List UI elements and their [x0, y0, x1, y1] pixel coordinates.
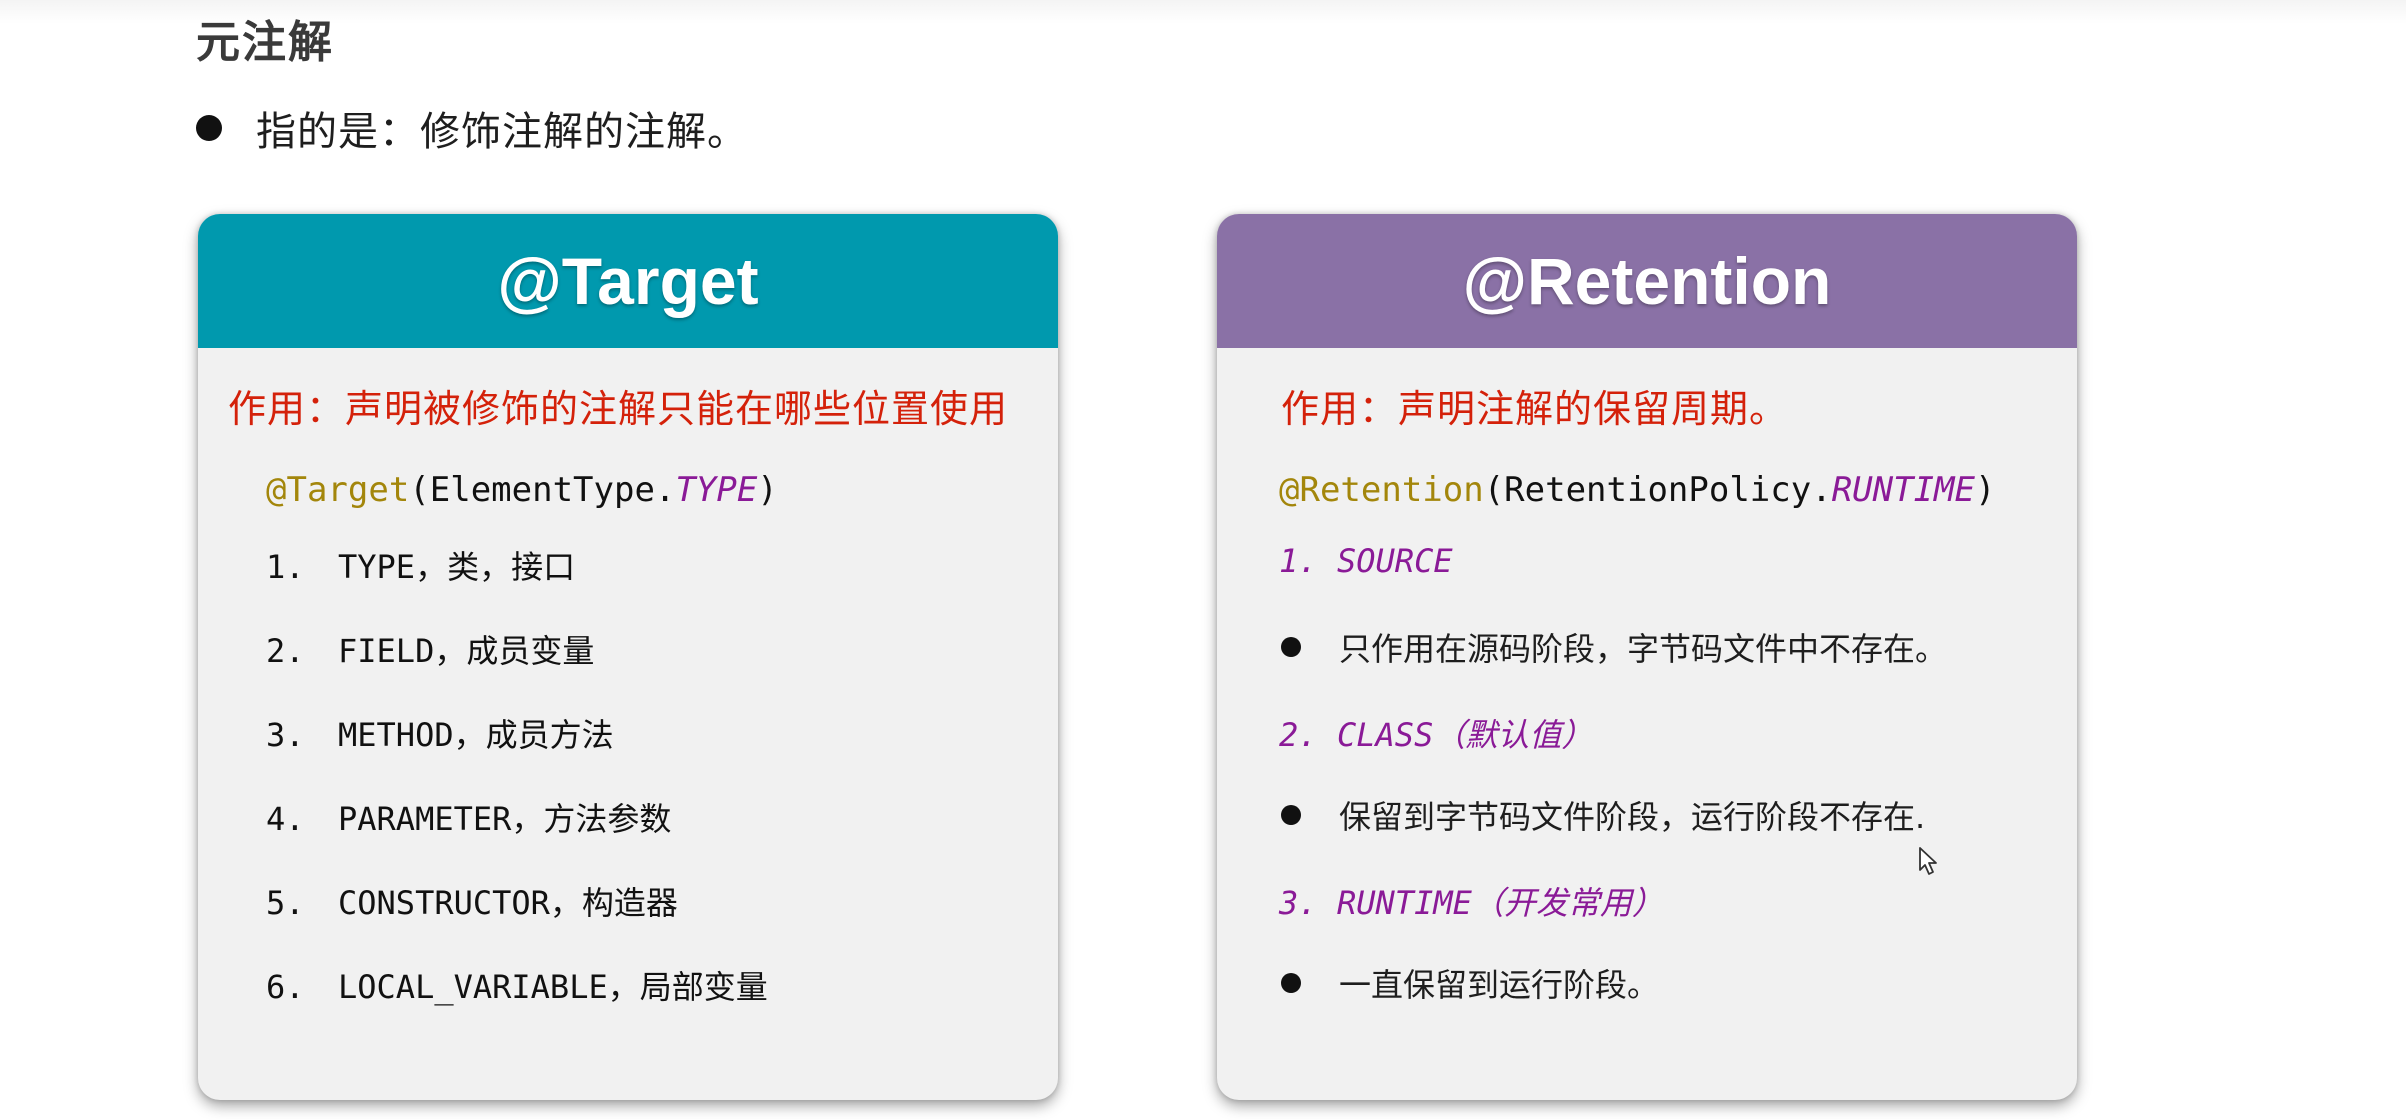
policy-description-text: 一直保留到运行阶段。	[1339, 966, 1660, 1004]
page-title: 元注解	[196, 17, 334, 68]
list-item-number: 6.	[266, 968, 305, 1006]
bullet-dot-icon	[1281, 973, 1301, 993]
intro-text: 指的是：修饰注解的注解。	[256, 109, 748, 155]
retention-code-close: )	[1975, 470, 1996, 510]
retention-policy-description: 只作用在源码阶段，字节码文件中不存在。	[1281, 624, 1947, 670]
list-item-number: 4.	[266, 800, 305, 838]
retention-code-annotation: @Retention	[1279, 470, 1484, 510]
target-list-item: 1. TYPE，类，接口	[266, 542, 575, 588]
target-purpose: 作用：声明被修饰的注解只能在哪些位置使用	[228, 387, 1009, 431]
target-code-constant: TYPE	[675, 470, 758, 510]
policy-description-text: 只作用在源码阶段，字节码文件中不存在。	[1339, 630, 1948, 668]
retention-policy-heading: 3. RUNTIME（开发常用）	[1279, 878, 1664, 924]
slide: 元注解 指的是：修饰注解的注解。 @Target 作用：声明被修饰的注解只能在哪…	[0, 0, 2406, 1120]
policy-number: 1.	[1279, 542, 1318, 580]
retention-policy-description: 保留到字节码文件阶段，运行阶段不存在.	[1281, 792, 1925, 838]
policy-name: SOURCE	[1337, 542, 1453, 580]
bullet-dot-icon	[1281, 637, 1301, 657]
list-item-text: PARAMETER，方法参数	[338, 800, 672, 838]
retention-policy-heading: 2. CLASS（默认值）	[1279, 710, 1593, 756]
target-list-item: 4. PARAMETER，方法参数	[266, 794, 671, 840]
policy-name: CLASS（默认值）	[1337, 716, 1594, 754]
target-list-item: 5. CONSTRUCTOR，构造器	[266, 878, 678, 924]
target-card-header: @Target	[198, 214, 1058, 348]
list-item-number: 1.	[266, 548, 305, 586]
policy-name: RUNTIME（开发常用）	[1337, 884, 1664, 922]
target-list-item: 2. FIELD，成员变量	[266, 626, 594, 672]
policy-number: 2.	[1279, 716, 1318, 754]
target-code-annotation: @Target	[266, 470, 410, 510]
retention-policy-description: 一直保留到运行阶段。	[1281, 960, 1659, 1006]
list-item-number: 5.	[266, 884, 305, 922]
bullet-dot-icon	[1281, 805, 1301, 825]
list-item-number: 3.	[266, 716, 305, 754]
list-item-text: METHOD，成员方法	[338, 716, 614, 754]
retention-purpose: 作用：声明注解的保留周期。	[1281, 387, 1789, 431]
mouse-pointer-icon	[1919, 847, 1937, 875]
target-code-open: (ElementType.	[409, 470, 676, 510]
retention-code-constant: RUNTIME	[1831, 470, 1975, 510]
target-list-item: 6. LOCAL_VARIABLE，局部变量	[266, 962, 768, 1008]
retention-card: @Retention 作用：声明注解的保留周期。 @Retention(Rete…	[1217, 214, 2077, 1100]
list-item-text: FIELD，成员变量	[338, 632, 595, 670]
target-card: @Target 作用：声明被修饰的注解只能在哪些位置使用 @Target(Ele…	[198, 214, 1058, 1100]
target-list-item: 3. METHOD，成员方法	[266, 710, 614, 756]
policy-description-text: 保留到字节码文件阶段，运行阶段不存在.	[1339, 798, 1926, 836]
retention-code-open: (RetentionPolicy.	[1483, 470, 1832, 510]
list-item-text: CONSTRUCTOR，构造器	[338, 884, 678, 922]
retention-code-example: @Retention(RetentionPolicy.RUNTIME)	[1279, 470, 1995, 510]
retention-card-header: @Retention	[1217, 214, 2077, 348]
target-code-example: @Target(ElementType.TYPE)	[266, 470, 778, 510]
list-item-number: 2.	[266, 632, 305, 670]
target-code-close: )	[757, 470, 778, 510]
list-item-text: LOCAL_VARIABLE，局部变量	[338, 968, 768, 1006]
bullet-dot-icon	[196, 115, 222, 141]
intro-bullet: 指的是：修饰注解的注解。	[196, 96, 748, 160]
policy-number: 3.	[1279, 884, 1318, 922]
list-item-text: TYPE，类，接口	[338, 548, 576, 586]
retention-policy-heading: 1. SOURCE	[1279, 542, 1453, 580]
